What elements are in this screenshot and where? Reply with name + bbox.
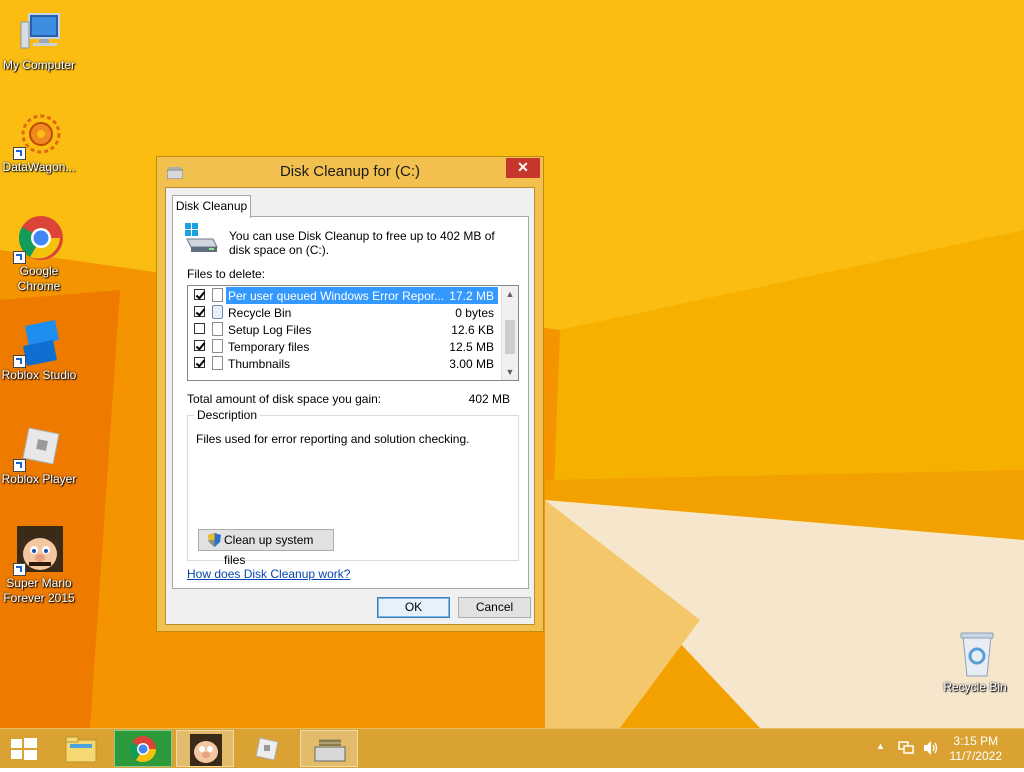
list-item[interactable]: Setup Log Files 12.6 KB bbox=[188, 321, 502, 338]
windows-logo-icon bbox=[11, 738, 37, 760]
shortcut-arrow-icon bbox=[13, 355, 26, 368]
desktop-icon-label: Recycle Bin bbox=[943, 680, 1007, 694]
file-size: 0 bytes bbox=[455, 306, 494, 320]
list-scrollbar[interactable]: ▲ ▼ bbox=[501, 286, 518, 380]
desktop-icon-recycle-bin[interactable]: Recycle Bin bbox=[936, 630, 1014, 695]
description-text: Files used for error reporting and solut… bbox=[196, 432, 470, 446]
folder-icon bbox=[65, 736, 97, 763]
taskbar-disk-cleanup[interactable] bbox=[300, 730, 358, 767]
file-icon bbox=[212, 288, 223, 302]
dialog-titlebar[interactable]: Disk Cleanup for (C:) ✕ bbox=[157, 157, 543, 187]
file-name: Recycle Bin bbox=[228, 306, 292, 320]
volume-icon[interactable] bbox=[922, 740, 938, 756]
description-title: Description bbox=[194, 408, 261, 422]
recycle-bin-icon bbox=[951, 630, 999, 678]
system-tray: ▲ bbox=[872, 729, 942, 769]
help-link[interactable]: How does Disk Cleanup work? bbox=[187, 567, 350, 581]
desktop-icon-my-computer[interactable]: My Computer bbox=[0, 8, 78, 73]
desktop-icon-datawagon[interactable]: DataWagon... bbox=[0, 110, 78, 175]
clock-date: 11/7/2022 bbox=[949, 749, 1003, 763]
taskbar-file-explorer[interactable] bbox=[52, 730, 110, 767]
file-name: Setup Log Files bbox=[228, 323, 312, 337]
desktop-icon-label: Roblox Player bbox=[1, 472, 77, 486]
desktop-icon-roblox-studio[interactable]: Roblox Studio bbox=[0, 318, 78, 383]
desktop-icon-label: Super Mario Forever 2015 bbox=[3, 576, 75, 605]
shortcut-arrow-icon bbox=[13, 251, 26, 264]
shortcut-arrow-icon bbox=[13, 459, 26, 472]
file-icon bbox=[212, 339, 223, 353]
intro-text: You can use Disk Cleanup to free up to 4… bbox=[229, 229, 495, 257]
tab-disk-cleanup[interactable]: Disk Cleanup bbox=[172, 195, 251, 218]
list-item[interactable]: Thumbnails 3.00 MB bbox=[188, 355, 502, 372]
checkbox[interactable] bbox=[194, 289, 205, 300]
network-icon[interactable] bbox=[898, 741, 914, 755]
tab-panel: You can use Disk Cleanup to free up to 4… bbox=[172, 216, 529, 589]
checkbox[interactable] bbox=[194, 323, 205, 334]
desktop-icon-label: Google Chrome bbox=[17, 264, 61, 293]
desktop-icon-google-chrome[interactable]: Google Chrome bbox=[0, 214, 78, 294]
file-name: Per user queued Windows Error Repor... bbox=[228, 289, 445, 303]
total-space-label: Total amount of disk space you gain: bbox=[187, 392, 382, 406]
clean-up-system-files-button[interactable]: Clean up system files bbox=[198, 529, 334, 567]
clean-up-system-files-label: Clean up system files bbox=[224, 533, 314, 567]
desktop-icon-label: My Computer bbox=[2, 58, 76, 72]
file-size: 12.6 KB bbox=[451, 323, 494, 337]
list-item[interactable]: Recycle Bin 0 bytes bbox=[188, 304, 502, 321]
scroll-up-icon[interactable]: ▲ bbox=[502, 286, 518, 302]
roblox-player-icon bbox=[13, 422, 63, 472]
shortcut-arrow-icon bbox=[13, 147, 26, 160]
close-button[interactable]: ✕ bbox=[506, 158, 540, 178]
datawagon-icon bbox=[13, 110, 63, 160]
chrome-icon bbox=[129, 736, 157, 763]
desktop-icon-label: Roblox Studio bbox=[1, 368, 77, 382]
taskbar-super-mario[interactable] bbox=[176, 730, 234, 767]
file-name: Thumbnails bbox=[228, 357, 291, 371]
show-hidden-icons-icon[interactable]: ▲ bbox=[876, 741, 885, 751]
shortcut-arrow-icon bbox=[13, 563, 26, 576]
taskbar-roblox-player[interactable] bbox=[238, 730, 296, 767]
ok-button[interactable]: OK bbox=[377, 597, 450, 618]
desktop-icon-roblox-player[interactable]: Roblox Player bbox=[0, 422, 78, 487]
list-item[interactable]: Per user queued Windows Error Repor... 1… bbox=[188, 287, 502, 304]
drive-icon bbox=[185, 223, 218, 252]
uac-shield-icon bbox=[208, 533, 221, 547]
taskbar-chrome[interactable] bbox=[114, 730, 172, 767]
computer-icon bbox=[15, 8, 63, 56]
scroll-down-icon[interactable]: ▼ bbox=[502, 364, 518, 380]
dialog-client: Disk Cleanup You can use Disk Cleanup to… bbox=[165, 187, 535, 625]
file-name: Temporary files bbox=[228, 340, 310, 354]
file-size: 3.00 MB bbox=[449, 357, 494, 371]
file-icon bbox=[212, 356, 223, 370]
recycle-bin-icon bbox=[212, 305, 223, 319]
description-group: Description Files used for error reporti… bbox=[187, 408, 519, 567]
roblox-studio-icon bbox=[13, 318, 63, 368]
desktop-icon-super-mario-forever[interactable]: Super Mario Forever 2015 bbox=[0, 526, 78, 606]
taskbar: ▲ 3:15 PM 11/7/2022 bbox=[0, 728, 1024, 768]
files-to-delete-label: Files to delete: bbox=[187, 267, 266, 281]
desktop-icon-label: DataWagon... bbox=[2, 160, 76, 174]
cancel-button[interactable]: Cancel bbox=[458, 597, 531, 618]
files-to-delete-list[interactable]: Per user queued Windows Error Repor... 1… bbox=[187, 285, 519, 381]
scroll-thumb[interactable] bbox=[505, 320, 515, 354]
checkbox[interactable] bbox=[194, 306, 205, 317]
clock[interactable]: 3:15 PM 11/7/2022 bbox=[950, 734, 1003, 764]
mario-icon bbox=[190, 734, 222, 766]
file-icon bbox=[212, 322, 223, 336]
file-size: 12.5 MB bbox=[449, 340, 494, 354]
dialog-title: Disk Cleanup for (C:) bbox=[279, 163, 421, 180]
checkbox[interactable] bbox=[194, 357, 205, 368]
list-item[interactable]: Temporary files 12.5 MB bbox=[188, 338, 502, 355]
start-button[interactable] bbox=[0, 730, 48, 767]
checkbox[interactable] bbox=[194, 340, 205, 351]
total-space-value: 402 MB bbox=[468, 392, 510, 406]
disk-cleanup-icon bbox=[314, 739, 346, 762]
disk-cleanup-dialog: Disk Cleanup for (C:) ✕ Disk Cleanup You… bbox=[156, 156, 544, 632]
roblox-player-icon bbox=[255, 737, 279, 761]
mario-icon bbox=[13, 526, 63, 576]
file-size: 17.2 MB bbox=[449, 289, 494, 303]
clock-time: 3:15 PM bbox=[953, 734, 999, 748]
chrome-icon bbox=[13, 214, 63, 264]
